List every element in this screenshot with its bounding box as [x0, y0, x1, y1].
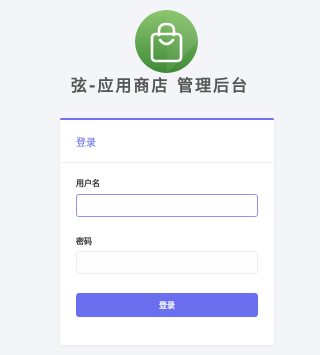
login-card-title: 登录 — [76, 137, 96, 149]
login-card-header: 登录 — [60, 120, 274, 163]
username-input[interactable] — [76, 194, 258, 217]
password-label: 密码 — [76, 237, 92, 246]
password-input[interactable] — [76, 251, 258, 274]
shopping-bag-icon — [135, 10, 198, 73]
login-button[interactable]: 登录 — [76, 293, 258, 317]
login-card: 登录 用户名 密码 登录 — [60, 118, 274, 345]
username-label: 用户名 — [76, 179, 100, 188]
app-title: 弦-应用商店 管理后台 — [70, 76, 250, 95]
app-logo — [135, 10, 198, 73]
